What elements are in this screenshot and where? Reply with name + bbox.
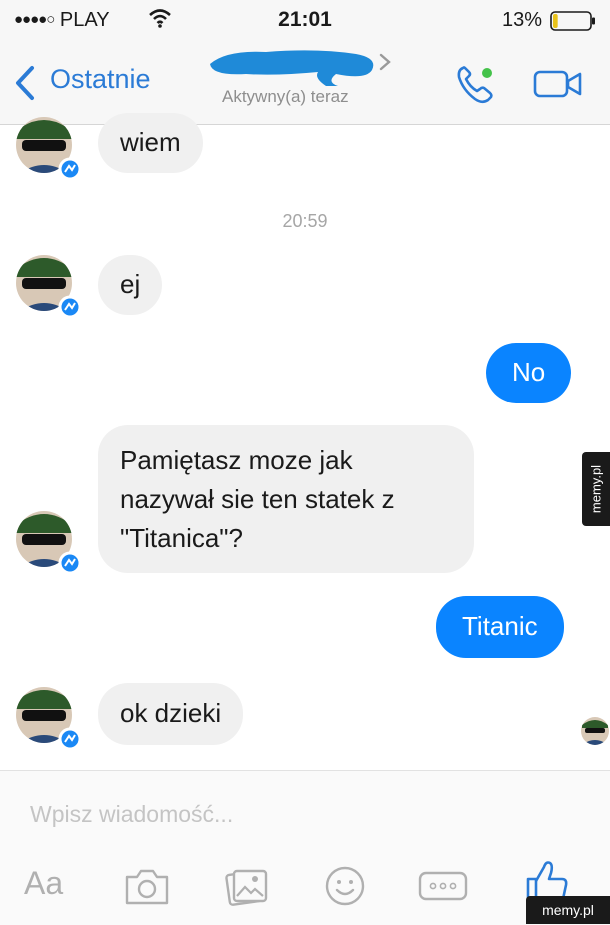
incoming-message[interactable]: ej	[98, 255, 163, 315]
gallery-icon[interactable]	[222, 863, 272, 909]
seen-receipt-avatar	[581, 717, 609, 745]
contact-avatar[interactable]	[12, 683, 80, 751]
emoji-icon[interactable]	[322, 863, 368, 909]
message-composer: Wpisz wiadomość... Aa	[0, 770, 610, 925]
battery-fill	[553, 14, 558, 28]
outgoing-message[interactable]: No	[486, 343, 572, 403]
active-status: Aktywny(a) teraz	[222, 87, 349, 106]
redacted-contact-name[interactable]	[206, 46, 382, 86]
message-text: ej	[120, 269, 141, 299]
incoming-message[interactable]: ok dzieki	[98, 683, 244, 745]
battery-percent: 13%	[501, 9, 542, 31]
incoming-message[interactable]: Pamiętasz moze jak nazywał sie ten state…	[98, 425, 474, 573]
outgoing-message[interactable]: Titanic	[436, 596, 564, 658]
battery-icon	[550, 11, 595, 31]
message-input[interactable]: Wpisz wiadomość...	[30, 801, 233, 828]
message-text: Titanic	[462, 611, 538, 641]
phone-call-icon[interactable]	[454, 62, 498, 106]
watermark-side: memy.pl	[582, 452, 610, 526]
contact-details-chevron-icon[interactable]	[378, 52, 392, 72]
contact-avatar[interactable]	[12, 113, 80, 181]
watermark-corner: memy.pl	[526, 896, 610, 924]
camera-icon[interactable]	[122, 863, 172, 909]
conversation-header: Ostatnie Aktywny(a) teraz	[0, 42, 610, 125]
message-thread[interactable]: wiem 20:59 ej No Pamiętasz moze jak nazy…	[0, 113, 610, 770]
contact-avatar[interactable]	[12, 251, 80, 319]
video-call-icon[interactable]	[532, 66, 584, 102]
back-chevron-icon[interactable]	[12, 64, 38, 102]
message-text: wiem	[120, 127, 181, 157]
status-bar: ●●●●○ PLAY 21:01 13%	[0, 0, 610, 42]
message-text: No	[512, 357, 546, 387]
message-text-line: nazywał sie ten statek z	[120, 484, 395, 514]
message-text: ok dzieki	[120, 698, 222, 728]
text-format-button[interactable]: Aa	[24, 865, 63, 902]
message-text-line: "Titanica"?	[120, 523, 243, 553]
message-timestamp: 20:59	[282, 211, 328, 231]
back-button[interactable]: Ostatnie	[50, 64, 151, 95]
watermark-side-text: memy.pl	[588, 464, 604, 514]
message-text-line: Pamiętasz moze jak	[120, 445, 353, 475]
more-icon[interactable]	[416, 863, 470, 909]
contact-avatar[interactable]	[12, 507, 80, 575]
incoming-message[interactable]: wiem	[98, 113, 203, 173]
